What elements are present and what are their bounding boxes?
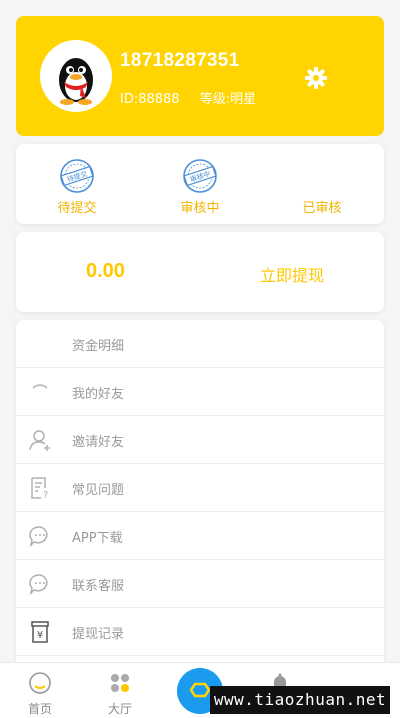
menu-item-label: 邀请好友 bbox=[72, 435, 125, 450]
menu-item-fund-details[interactable]: 资金明细 bbox=[16, 320, 384, 368]
status-reviewing[interactable]: 审核中 审核中 bbox=[139, 144, 261, 224]
balance-amount: 0.00 bbox=[86, 260, 125, 282]
withdraw-card: 0.00 立即提现 bbox=[16, 232, 384, 312]
svg-text:?: ? bbox=[43, 490, 48, 500]
status-card: 待提交 待提交 审核中 审核中 已审核 bbox=[16, 144, 384, 224]
level: 等级:明星 bbox=[200, 88, 256, 107]
status-label: 审核中 bbox=[180, 201, 220, 216]
nav-label: 大厅 bbox=[107, 702, 132, 716]
profile-card: 18718287351 ID:88888 等级:明星 bbox=[16, 16, 384, 136]
menu-item-label: 提现记录 bbox=[72, 627, 125, 642]
nav-label: 首页 bbox=[27, 702, 52, 716]
chat-bubble-icon bbox=[29, 574, 48, 596]
grid-dots-icon bbox=[111, 674, 129, 692]
menu-item-app-download[interactable]: APP下载 bbox=[16, 512, 384, 560]
user-id: ID:88888 bbox=[120, 92, 180, 107]
menu-item-label: 资金明细 bbox=[72, 339, 125, 354]
chat-bubble-icon bbox=[29, 526, 48, 548]
withdraw-button[interactable]: 立即提现 bbox=[260, 262, 324, 286]
stamp-icon: 待提交 bbox=[60, 159, 94, 193]
status-label: 待提交 bbox=[57, 201, 97, 216]
watermark: www.tiaozhuan.net bbox=[210, 686, 390, 714]
level-label: 等级: bbox=[199, 92, 231, 107]
yuan-record-icon: ¥ bbox=[31, 621, 49, 643]
qq-penguin-icon bbox=[59, 58, 93, 105]
faq-document-icon: ? bbox=[31, 477, 48, 500]
menu-item-invite-friends[interactable]: 邀请好友 bbox=[16, 416, 384, 464]
profile-meta: ID:88888 等级:明星 bbox=[120, 88, 256, 107]
menu-item-label: APP下载 bbox=[72, 531, 123, 546]
status-approved[interactable]: 已审核 bbox=[261, 144, 383, 224]
home-icon bbox=[29, 672, 51, 694]
phone-number: 18718287351 bbox=[120, 50, 240, 71]
menu-item-label: 常见问题 bbox=[72, 483, 125, 498]
menu-item-label: 我的好友 bbox=[72, 387, 125, 402]
menu-item-withdraw-records[interactable]: ¥ 提现记录 bbox=[16, 608, 384, 656]
menu-item-faq[interactable]: ? 常见问题 bbox=[16, 464, 384, 512]
status-label: 已审核 bbox=[302, 201, 342, 216]
add-user-icon bbox=[29, 430, 50, 451]
gear-icon[interactable] bbox=[304, 66, 328, 90]
level-value: 明星 bbox=[230, 92, 257, 107]
menu-list: 资金明细 我的好友 邀请好友 ? 常见问题 APP下载 联系客服 ¥ 提现记录 bbox=[16, 320, 384, 680]
nav-lobby[interactable]: 大厅 bbox=[80, 663, 160, 718]
menu-item-my-friends[interactable]: 我的好友 bbox=[16, 368, 384, 416]
friends-icon bbox=[32, 384, 48, 389]
status-pending[interactable]: 待提交 待提交 bbox=[16, 144, 138, 224]
stamp-icon: 审核中 bbox=[183, 159, 217, 193]
avatar[interactable] bbox=[40, 40, 112, 112]
nav-home[interactable]: 首页 bbox=[0, 663, 80, 718]
menu-item-customer-service[interactable]: 联系客服 bbox=[16, 560, 384, 608]
svg-text:¥: ¥ bbox=[37, 630, 43, 641]
menu-item-label: 联系客服 bbox=[72, 579, 125, 594]
